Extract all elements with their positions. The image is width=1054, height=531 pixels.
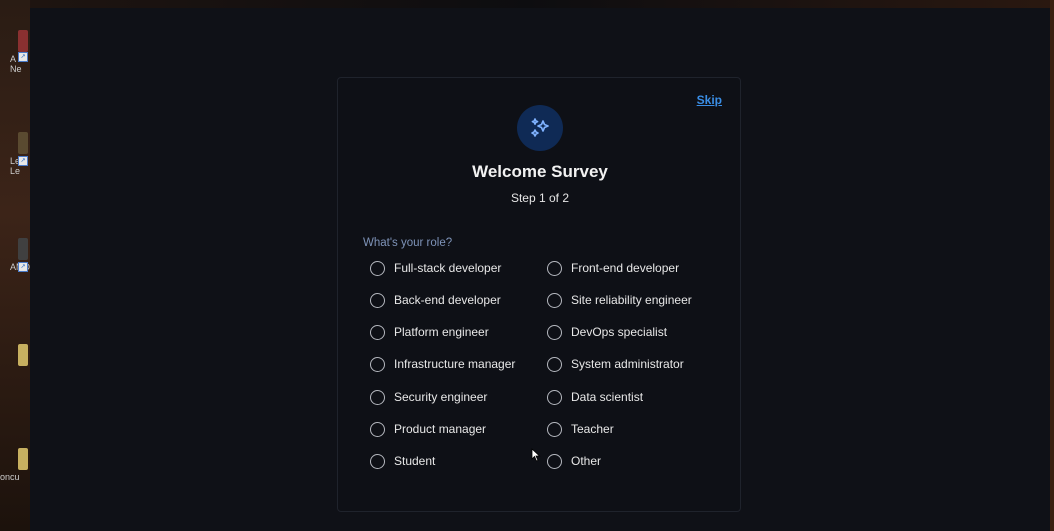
desktop-shortcut[interactable]: oncu: [0, 448, 30, 482]
role-option-label: System administrator: [571, 357, 684, 371]
radio-button[interactable]: [547, 356, 562, 372]
role-option[interactable]: Student: [370, 451, 435, 471]
role-option-label: Platform engineer: [394, 325, 489, 339]
desktop-shortcut-label: oncu: [0, 472, 20, 482]
radio-button[interactable]: [547, 421, 562, 437]
role-option[interactable]: System administrator: [547, 354, 684, 374]
radio-button[interactable]: [547, 292, 562, 308]
app-icon: [18, 132, 28, 154]
shortcut-arrow-icon: ↗: [18, 156, 28, 166]
role-option-label: Infrastructure manager: [394, 357, 516, 371]
desktop-shortcut[interactable]: ↗ AMD: [0, 238, 30, 272]
role-option[interactable]: Product manager: [370, 419, 486, 439]
radio-button[interactable]: [547, 453, 562, 469]
radio-button[interactable]: [547, 260, 562, 276]
desktop-shortcut[interactable]: [0, 344, 30, 368]
role-option[interactable]: Other: [547, 451, 601, 471]
radio-button[interactable]: [370, 324, 385, 340]
radio-button[interactable]: [370, 260, 385, 276]
role-option-label: Front-end developer: [571, 261, 680, 275]
radio-button[interactable]: [547, 324, 562, 340]
desktop-shortcut[interactable]: ↗ Lea Le: [0, 132, 30, 176]
radio-button[interactable]: [370, 421, 385, 437]
role-option-label: Full-stack developer: [394, 261, 502, 275]
radio-button[interactable]: [547, 389, 562, 405]
role-option-label: Back-end developer: [394, 293, 501, 307]
sparkles-icon: [531, 118, 549, 137]
role-option[interactable]: Back-end developer: [370, 290, 501, 310]
role-option-label: Site reliability engineer: [571, 293, 692, 307]
skip-link[interactable]: Skip: [697, 93, 722, 107]
desktop-edge: [1050, 0, 1054, 531]
question-label: What's your role?: [363, 237, 453, 249]
role-option[interactable]: DevOps specialist: [547, 322, 667, 342]
dialog-title: Welcome Survey: [472, 162, 608, 181]
role-option-label: Teacher: [571, 422, 614, 436]
radio-button[interactable]: [370, 356, 385, 372]
role-option-label: DevOps specialist: [571, 325, 668, 339]
role-option[interactable]: Security engineer: [370, 387, 487, 407]
role-option[interactable]: Infrastructure manager: [370, 354, 515, 374]
role-option-label: Other: [571, 454, 602, 468]
radio-button[interactable]: [370, 292, 385, 308]
app-icon: [18, 344, 28, 366]
survey-badge: [517, 105, 563, 151]
desktop-shortcut-label: Ne: [10, 64, 22, 74]
step-indicator: Step 1 of 2: [510, 191, 570, 205]
app-icon: [18, 30, 28, 52]
role-option[interactable]: Front-end developer: [547, 258, 679, 278]
app-icon: [18, 238, 28, 260]
role-option[interactable]: Data scientist: [547, 387, 643, 407]
desktop-shortcut-label: Le: [10, 166, 21, 176]
role-option-label: Data scientist: [571, 390, 644, 404]
shortcut-arrow-icon: ↗: [18, 262, 28, 272]
radio-button[interactable]: [370, 389, 385, 405]
role-option-label: Security engineer: [394, 390, 488, 404]
role-option[interactable]: Full-stack developer: [370, 258, 501, 278]
role-option-label: Product manager: [394, 422, 487, 436]
role-option[interactable]: Platform engineer: [370, 322, 489, 342]
mouse-cursor-icon: [531, 448, 541, 462]
radio-button[interactable]: [370, 453, 385, 469]
app-icon: [18, 448, 28, 470]
role-option-label: Student: [394, 454, 436, 468]
shortcut-arrow-icon: ↗: [18, 52, 28, 62]
desktop-background: ↗ A Ne ↗ Lea Le ↗ AMD oncu: [0, 0, 30, 531]
welcome-survey-dialog: Skip Welcome Survey Step 1 of 2 What's y…: [337, 77, 741, 512]
desktop-shortcut[interactable]: ↗ A Ne: [0, 30, 30, 74]
role-option[interactable]: Site reliability engineer: [547, 290, 692, 310]
role-option[interactable]: Teacher: [547, 419, 614, 439]
